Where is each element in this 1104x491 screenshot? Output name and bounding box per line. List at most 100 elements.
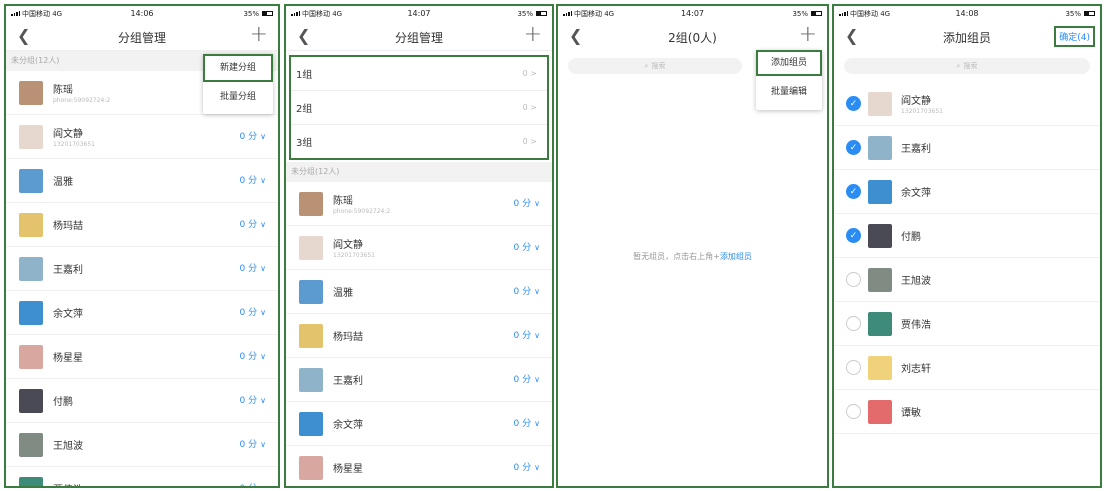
member-info: 贾伟浩 [53, 481, 83, 486]
menu-item-add-member[interactable]: 添加组员 [756, 50, 822, 76]
checkbox-unchecked-icon[interactable] [846, 404, 861, 419]
member-row[interactable]: 王嘉利 0 分 ∨ [6, 247, 278, 291]
member-row[interactable]: 杨玛喆 0 分 ∨ [6, 203, 278, 247]
page-title: 分组管理 [394, 31, 443, 45]
page-title: 分组管理 [117, 31, 166, 45]
member-row[interactable]: 王旭波 [834, 258, 1100, 302]
checkbox-checked-icon[interactable]: ✓ [846, 184, 861, 199]
member-phone: phone:59092724:2 [53, 97, 111, 104]
member-info: 陈瑶 phone:59092724:2 [333, 192, 390, 215]
score-dropdown[interactable]: 0 分∨ [240, 173, 266, 186]
member-row[interactable]: 杨星星 0 分 ∨ [286, 446, 552, 486]
menu-item-batch-group[interactable]: 批量分组 [203, 82, 273, 112]
score-dropdown[interactable]: 0 分∨ [514, 328, 540, 341]
menu-item-batch-edit[interactable]: 批量编辑 [756, 76, 822, 108]
score-dropdown[interactable]: 0 分∨ [514, 416, 540, 429]
member-row[interactable]: 阎文静 13201703651 0 分 ∨ [286, 226, 552, 270]
search-placeholder: 搜索 [963, 62, 978, 70]
group-row[interactable]: 3组 0 > [291, 125, 547, 158]
member-info: 杨星星 [53, 349, 83, 364]
member-row[interactable]: 余文萍 0 分 ∨ [286, 402, 552, 446]
score-dropdown[interactable]: 0 分∨ [240, 217, 266, 230]
score-value: 0 分 [513, 287, 532, 297]
member-row[interactable]: 付鹏 0 分 ∨ [6, 379, 278, 423]
add-icon[interactable]: + [250, 22, 268, 47]
status-time: 14:06 [130, 9, 154, 18]
member-row[interactable]: 温雅 0 分 ∨ [286, 270, 552, 314]
chevron-down-icon: ∨ [260, 352, 266, 361]
chevron-down-icon: ∨ [534, 463, 540, 472]
member-row[interactable]: 谭敏 [834, 390, 1100, 434]
member-row[interactable]: 阎文静 13201703651 0 分 ∨ [6, 115, 278, 159]
member-row[interactable]: 王嘉利 0 分 ∨ [286, 358, 552, 402]
member-row[interactable]: ✓ 余文萍 [834, 170, 1100, 214]
search-input[interactable]: ⌕ 搜索 [568, 58, 742, 74]
checkbox-checked-icon[interactable]: ✓ [846, 140, 861, 155]
group-row[interactable]: 1组 0 > [291, 57, 547, 91]
screen-group-detail: 中国移动 4G 14:07 35% ❮ 2组(0人) + ⌕ 搜索 添加组员 批… [556, 4, 829, 488]
member-row[interactable]: 温雅 0 分 ∨ [6, 159, 278, 203]
score-dropdown[interactable]: 0 分∨ [514, 240, 540, 253]
checkbox-unchecked-icon[interactable] [846, 360, 861, 375]
ungrouped-header: 未分组(12人) [286, 162, 552, 182]
group-count: 0 > [522, 69, 537, 78]
score-value: 0 分 [239, 440, 258, 450]
checkbox-checked-icon[interactable]: ✓ [846, 228, 861, 243]
member-row[interactable]: 杨玛喆 0 分 ∨ [286, 314, 552, 358]
member-info: 阎文静 13201703651 [53, 125, 95, 148]
score-dropdown[interactable]: 0 分∨ [240, 437, 266, 450]
member-name: 王嘉利 [901, 144, 931, 155]
member-name: 温雅 [333, 288, 353, 299]
score-dropdown[interactable]: 0 分∨ [240, 393, 266, 406]
avatar [868, 91, 892, 116]
member-info: 王嘉利 [901, 140, 931, 155]
score-dropdown[interactable]: 0 分∨ [240, 305, 266, 318]
score-dropdown[interactable]: 0 分∨ [514, 284, 540, 297]
score-dropdown[interactable]: 0 分∨ [240, 349, 266, 362]
chevron-down-icon: ∨ [260, 176, 266, 185]
member-info: 贾伟浩 [901, 316, 931, 331]
member-row[interactable]: ✓ 付鹏 [834, 214, 1100, 258]
member-row[interactable]: 刘志轩 [834, 346, 1100, 390]
member-info: 陈瑶 phone:59092724:2 [53, 81, 110, 104]
member-row[interactable]: 余文萍 0 分 ∨ [6, 291, 278, 335]
add-icon[interactable]: + [524, 22, 542, 47]
member-row[interactable]: 王旭波 0 分 ∨ [6, 423, 278, 467]
score-dropdown[interactable]: 0 分∨ [514, 460, 540, 473]
score-dropdown[interactable]: 0 分∨ [240, 481, 266, 486]
avatar [299, 279, 323, 304]
member-row[interactable]: 贾伟浩 [834, 302, 1100, 346]
screen-add-members: 中国移动 4G 14:08 35% ❮ 添加组员 确定(4) ⌕ 搜索 ✓ 阎文静… [832, 4, 1102, 488]
member-info: 王嘉利 [53, 261, 83, 276]
score-dropdown[interactable]: 0 分∨ [514, 196, 540, 209]
score-dropdown[interactable]: 0 分∨ [240, 129, 266, 142]
group-row[interactable]: 2组 0 > [291, 91, 547, 125]
add-member-link[interactable]: 添加组员 [720, 252, 752, 261]
score-dropdown[interactable]: 0 分∨ [514, 372, 540, 385]
search-input[interactable]: ⌕ 搜索 [844, 58, 1090, 74]
chevron-down-icon: ∨ [260, 264, 266, 273]
avatar [868, 311, 892, 336]
menu-item-new-group[interactable]: 新建分组 [203, 54, 273, 82]
checkbox-unchecked-icon[interactable] [846, 316, 861, 331]
member-row[interactable]: 杨星星 0 分 ∨ [6, 335, 278, 379]
member-row[interactable]: ✓ 王嘉利 [834, 126, 1100, 170]
member-row[interactable]: 贾伟浩 0 分∨ [6, 467, 278, 486]
confirm-button[interactable]: 确定(4) [1054, 26, 1095, 47]
score-value: 0 分 [239, 132, 258, 142]
member-row[interactable]: 陈瑶 phone:59092724:2 0 分 ∨ [286, 182, 552, 226]
group-menu-popup: 添加组员 批量编辑 [756, 50, 822, 110]
checkbox-checked-icon[interactable]: ✓ [846, 96, 861, 111]
member-name: 陈瑶 [333, 196, 353, 207]
avatar [299, 323, 323, 348]
member-row[interactable]: ✓ 阎文静 13201703651 [834, 82, 1100, 126]
empty-state: 暂无组员，点击右上角+添加组员 [558, 251, 827, 262]
checkbox-unchecked-icon[interactable] [846, 272, 861, 287]
status-time: 14:07 [407, 9, 431, 18]
nav-bar: ❮ 分组管理 + [6, 21, 278, 51]
member-info: 刘志轩 [901, 360, 931, 375]
member-info: 阎文静 13201703651 [901, 92, 943, 115]
member-phone: 13201703651 [901, 108, 943, 115]
add-icon[interactable]: + [799, 22, 817, 47]
score-dropdown[interactable]: 0 分∨ [240, 261, 266, 274]
